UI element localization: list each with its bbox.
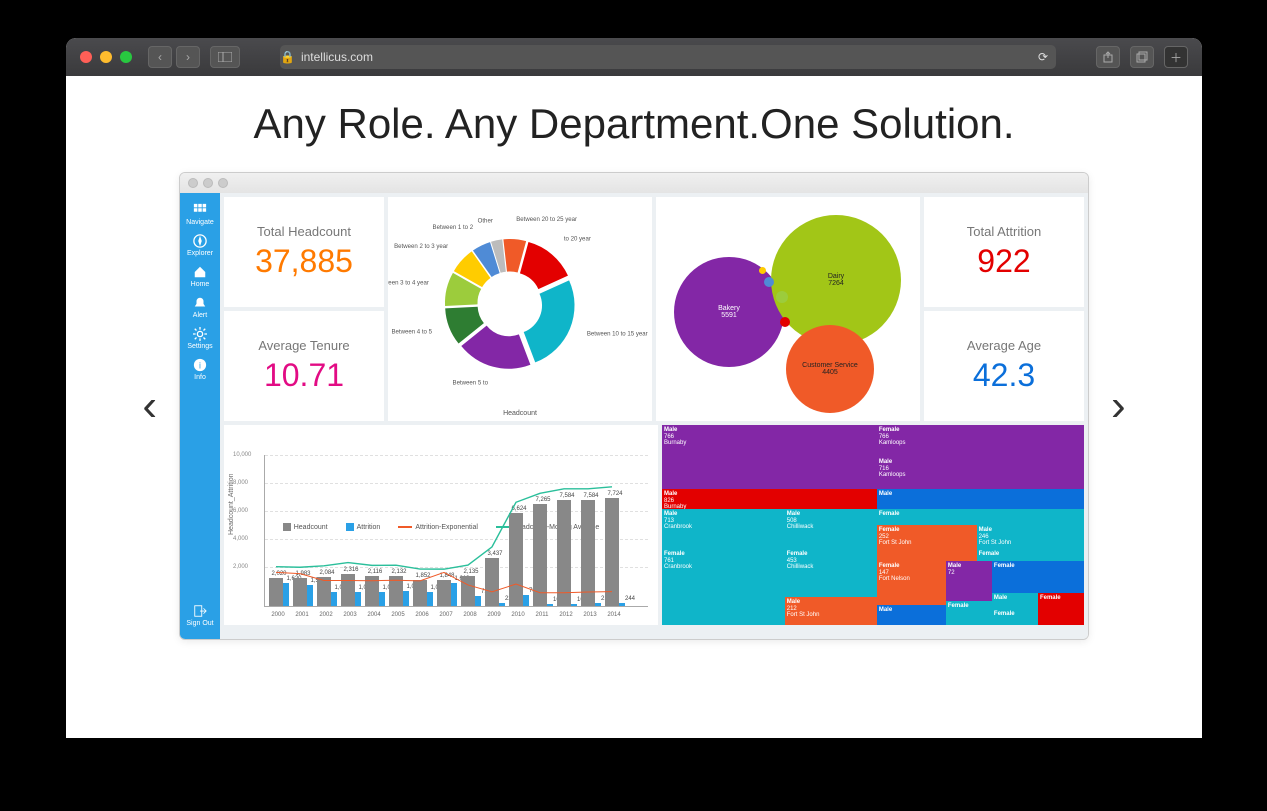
mac-dot (188, 178, 198, 188)
carousel-prev-button[interactable]: ‹ (120, 381, 179, 431)
sidebar-icon (218, 52, 232, 62)
app-sidebar: Navigate Explorer Home Alert (180, 193, 220, 639)
donut-svg: Other Between 20 to 25 year to 20 year Betw… (388, 197, 652, 421)
new-tab-button[interactable]: ＋ (1164, 46, 1188, 68)
window-controls (80, 51, 132, 63)
treemap: Male766BurnabyFemale766KamloopsMale716Ka… (662, 425, 1084, 625)
donut-chart: Other Between 20 to 25 year to 20 year Betw… (388, 197, 652, 421)
bubble: Customer Service 4405 (786, 325, 874, 413)
kpi-value: 37,885 (255, 243, 353, 280)
svg-text:Between 1 to 2: Between 1 to 2 (433, 224, 474, 231)
svg-text:Other: Other (478, 217, 493, 224)
page-title: Any Role. Any Department.One Solution. (66, 100, 1202, 148)
kpi-tenure: Average Tenure 10.71 (224, 311, 384, 421)
bar-chart: Headcount Attrition Attrition-Exponentia… (224, 425, 658, 625)
grid-icon (193, 203, 207, 217)
bubble-small (759, 267, 766, 274)
browser-toolbar: ‹ › 🔒 intellicus.com ⟳ ＋ (66, 38, 1202, 76)
minimize-window-button[interactable] (100, 51, 112, 63)
bubble: Bakery 5591 (674, 257, 784, 367)
mac-dot (203, 178, 213, 188)
bubble-small (776, 291, 788, 303)
sidebar-item-alert[interactable]: Alert (193, 296, 207, 319)
kpi-label: Total Attrition (967, 224, 1041, 239)
kpi-label: Average Age (967, 338, 1041, 353)
tabs-button[interactable] (1130, 46, 1154, 68)
sidebar-item-label: Info (194, 374, 206, 381)
url-text: intellicus.com (301, 50, 373, 64)
kpi-value: 922 (977, 243, 1030, 280)
bubble-small (764, 277, 774, 287)
sidebar-item-navigate[interactable]: Navigate (186, 203, 214, 226)
signout-icon (193, 604, 207, 618)
svg-text:Between 20 to 25 year: Between 20 to 25 year (516, 216, 577, 223)
share-icon (1102, 51, 1114, 63)
sidebar-item-label: Settings (187, 343, 212, 350)
forward-button[interactable]: › (176, 46, 200, 68)
sidebar-item-signout[interactable]: Sign Out (186, 604, 213, 627)
back-button[interactable]: ‹ (148, 46, 172, 68)
info-icon: i (193, 358, 207, 372)
sidebar-item-settings[interactable]: Settings (187, 327, 212, 350)
kpi-label: Total Headcount (257, 224, 351, 239)
sidebar-item-label: Navigate (186, 219, 214, 226)
bell-icon (193, 296, 207, 310)
svg-text:Between 4 to 5: Between 4 to 5 (391, 328, 432, 335)
svg-text:Between 2 to 3 year: Between 2 to 3 year (394, 243, 448, 250)
page-content: Any Role. Any Department.One Solution. ‹… (66, 76, 1202, 738)
sidebar-item-label: Home (191, 281, 210, 288)
kpi-value: 10.71 (264, 357, 344, 394)
kpi-attrition: Total Attrition 922 (924, 197, 1084, 307)
sidebar-item-info[interactable]: i Info (193, 358, 207, 381)
sidebar-item-label: Explorer (187, 250, 213, 257)
dashboard-titlebar (180, 173, 1088, 193)
kpi-value: 42.3 (973, 357, 1035, 394)
carousel: ‹ Navigate Ex (66, 172, 1202, 640)
bars-area: 2,0004,0006,0008,00010,0002,0201,6202000… (264, 455, 648, 607)
kpi-headcount: Total Headcount 37,885 (224, 197, 384, 307)
address-bar[interactable]: 🔒 intellicus.com ⟳ (280, 45, 1056, 69)
donut-title: Headcount (503, 410, 537, 417)
kpi-label: Average Tenure (258, 338, 349, 353)
svg-text:Between 5 to: Between 5 to (453, 379, 489, 386)
gear-icon (193, 327, 207, 341)
svg-text:Between 3 to 4 year: Between 3 to 4 year (388, 280, 429, 287)
sidebar-item-explorer[interactable]: Explorer (187, 234, 213, 257)
dashboard-content: Total Headcount 37,885 Average Tenure 10… (220, 193, 1088, 639)
lock-icon: 🔒 (280, 50, 295, 64)
carousel-next-button[interactable]: › (1089, 381, 1148, 431)
svg-text:Between 10 to 15 year: Between 10 to 15 year (587, 331, 648, 338)
mac-dot (218, 178, 228, 188)
tabs-icon (1136, 51, 1148, 63)
bubble-chart: Bakery 5591 Dairy 7264 Customer Service … (656, 197, 920, 421)
bubble-small (780, 317, 790, 327)
reload-icon[interactable]: ⟳ (1038, 50, 1048, 64)
svg-text:to 20 year: to 20 year (564, 236, 591, 243)
dashboard-window: Navigate Explorer Home Alert (179, 172, 1089, 640)
kpi-age: Average Age 42.3 (924, 311, 1084, 421)
share-button[interactable] (1096, 46, 1120, 68)
compass-icon (193, 234, 207, 248)
sidebar-item-home[interactable]: Home (191, 265, 210, 288)
safari-window: ‹ › 🔒 intellicus.com ⟳ ＋ Any Role. Any D… (66, 38, 1202, 738)
close-window-button[interactable] (80, 51, 92, 63)
sidebar-item-label: Alert (193, 312, 207, 319)
home-icon (193, 265, 207, 279)
svg-text:i: i (199, 361, 201, 371)
sidebar-toggle-button[interactable] (210, 46, 240, 68)
sidebar-item-label: Sign Out (186, 620, 213, 627)
zoom-window-button[interactable] (120, 51, 132, 63)
